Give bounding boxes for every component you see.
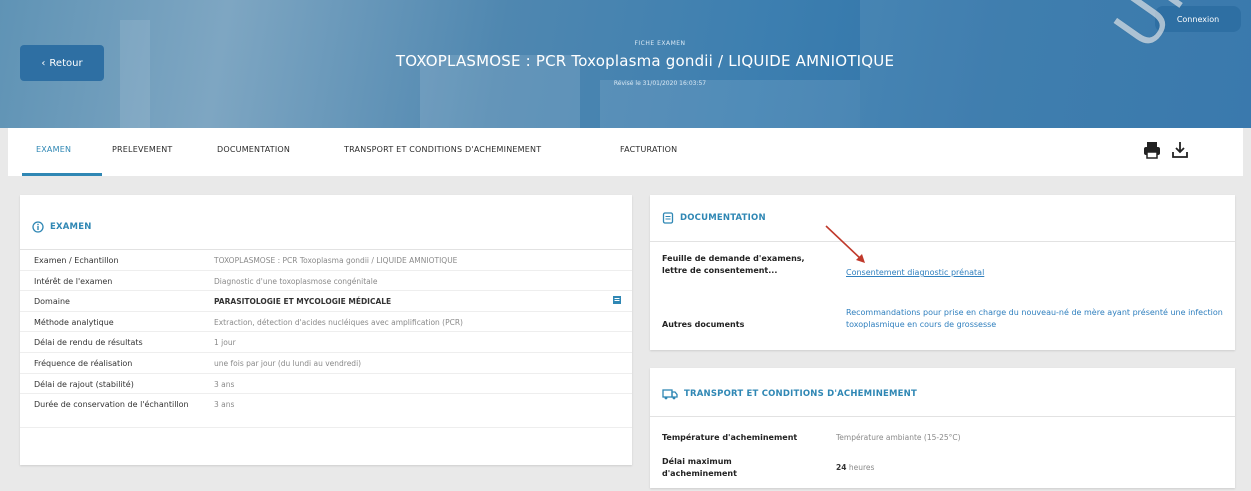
detail-row: Durée de conservation de l'échantillon 3… bbox=[20, 394, 632, 429]
detail-row: Fréquence de réalisation une fois par jo… bbox=[20, 353, 632, 374]
active-tab-indicator bbox=[22, 173, 102, 176]
revision-date: Révisé le 31/01/2020 16:03:57 bbox=[613, 80, 707, 87]
banner-decoration bbox=[600, 80, 860, 128]
detail-value: 3 ans bbox=[214, 379, 235, 389]
annotation-arrow bbox=[825, 225, 865, 263]
doc-label-consent: Feuille de demande d'examens, lettre de … bbox=[662, 254, 805, 275]
max-delay-value: 24 heures bbox=[836, 462, 874, 474]
detail-value: 3 ans bbox=[214, 400, 235, 410]
temperature-label: Température d'acheminement bbox=[662, 433, 798, 442]
transport-panel-title: TRANSPORT ET CONDITIONS D'ACHEMINEMENT bbox=[684, 389, 917, 399]
doc-label-other: Autres documents bbox=[662, 320, 745, 329]
tab-prelevement[interactable]: PRELEVEMENT bbox=[112, 145, 173, 154]
truck-icon bbox=[662, 389, 678, 400]
print-icon[interactable] bbox=[1142, 140, 1162, 160]
recommendations-document-link[interactable]: Recommandations pour prise en charge du … bbox=[846, 307, 1231, 331]
detail-label: Fréquence de réalisation bbox=[34, 358, 133, 368]
tab-examen[interactable]: EXAMEN bbox=[36, 145, 71, 154]
max-delay-number: 24 bbox=[836, 463, 847, 472]
exam-panel: EXAMEN Examen / Echantillon TOXOPLASMOSE… bbox=[20, 195, 632, 465]
documentation-panel-title: DOCUMENTATION bbox=[680, 213, 766, 223]
detail-label: Durée de conservation de l'échantillon bbox=[34, 400, 189, 410]
detail-row: Intérêt de l'examen Diagnostic d'une tox… bbox=[20, 271, 632, 292]
documentation-panel: DOCUMENTATION Feuille de demande d'exame… bbox=[650, 195, 1235, 350]
exam-panel-title: EXAMEN bbox=[50, 222, 92, 232]
page-overline: FICHE EXAMEN bbox=[634, 40, 686, 47]
tab-bar: EXAMEN PRELEVEMENT DOCUMENTATION TRANSPO… bbox=[8, 128, 1243, 176]
back-button[interactable]: ‹ Retour bbox=[20, 45, 104, 81]
download-icon[interactable] bbox=[1170, 140, 1190, 160]
transport-panel: TRANSPORT ET CONDITIONS D'ACHEMINEMENT T… bbox=[650, 368, 1235, 488]
detail-value: PARASITOLOGIE ET MYCOLOGIE MÉDICALE bbox=[214, 297, 392, 307]
info-icon bbox=[32, 221, 44, 233]
login-button[interactable]: Connexion bbox=[1155, 6, 1241, 32]
max-delay-unit: heures bbox=[848, 463, 875, 472]
document-icon[interactable] bbox=[612, 295, 622, 305]
detail-row: Domaine PARASITOLOGIE ET MYCOLOGIE MÉDIC… bbox=[20, 291, 632, 312]
transport-panel-header: TRANSPORT ET CONDITIONS D'ACHEMINEMENT bbox=[662, 388, 917, 400]
detail-row: Délai de rajout (stabilité) 3 ans bbox=[20, 374, 632, 395]
page-title: TOXOPLASMOSE : PCR Toxoplasma gondii / L… bbox=[395, 52, 895, 70]
detail-label: Domaine bbox=[34, 297, 70, 307]
detail-value: une fois par jour (du lundi au vendredi) bbox=[214, 358, 362, 368]
exam-detail-list: Examen / Echantillon TOXOPLASMOSE : PCR … bbox=[20, 249, 632, 429]
tab-transport[interactable]: TRANSPORT ET CONDITIONS D'ACHEMINEMENT bbox=[344, 145, 541, 154]
header-banner: ‹ Retour Connexion FICHE EXAMEN TOXOPLAS… bbox=[0, 0, 1251, 128]
divider bbox=[650, 241, 1235, 242]
detail-row: Méthode analytique Extraction, détection… bbox=[20, 312, 632, 333]
tab-documentation[interactable]: DOCUMENTATION bbox=[217, 145, 290, 154]
detail-label: Méthode analytique bbox=[34, 317, 114, 327]
documentation-panel-header: DOCUMENTATION bbox=[662, 212, 766, 224]
temperature-value: Température ambiante (15-25°C) bbox=[836, 433, 961, 442]
detail-label: Examen / Echantillon bbox=[34, 256, 119, 265]
chevron-left-icon: ‹ bbox=[41, 57, 46, 69]
banner-decoration bbox=[120, 20, 150, 128]
detail-value: Diagnostic d'une toxoplasmose congénital… bbox=[214, 276, 378, 286]
detail-row: Délai de rendu de résultats 1 jour bbox=[20, 332, 632, 353]
detail-label: Intérêt de l'examen bbox=[34, 276, 113, 286]
detail-value: 1 jour bbox=[214, 338, 236, 348]
max-delay-label: Délai maximum d'acheminement bbox=[662, 457, 737, 478]
detail-value: Extraction, détection d'acides nucléique… bbox=[214, 317, 463, 327]
back-button-label: Retour bbox=[49, 57, 83, 69]
detail-row: Examen / Echantillon TOXOPLASMOSE : PCR … bbox=[20, 250, 632, 271]
detail-value: TOXOPLASMOSE : PCR Toxoplasma gondii / L… bbox=[214, 256, 458, 265]
detail-label: Délai de rendu de résultats bbox=[34, 338, 143, 348]
detail-label: Délai de rajout (stabilité) bbox=[34, 379, 134, 389]
tab-facturation[interactable]: FACTURATION bbox=[620, 145, 677, 154]
consent-document-link[interactable]: Consentement diagnostic prénatal bbox=[846, 267, 1146, 279]
divider bbox=[650, 416, 1235, 417]
file-icon bbox=[662, 212, 674, 224]
exam-panel-header: EXAMEN bbox=[32, 221, 92, 233]
